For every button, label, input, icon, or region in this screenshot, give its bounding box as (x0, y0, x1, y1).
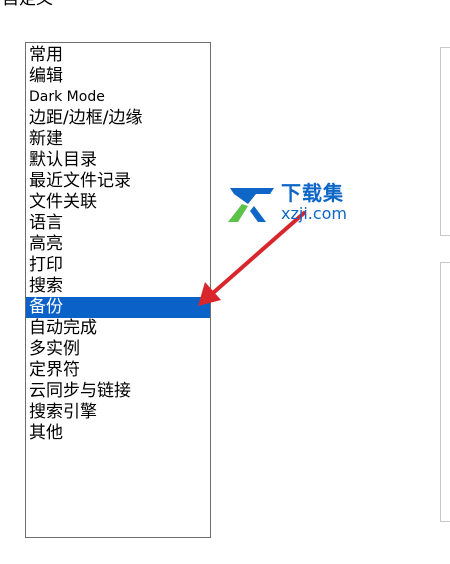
watermark-site-url: xzji.com (281, 204, 348, 223)
watermark: 下载集 xzji.com (226, 182, 376, 230)
annotation-arrow (198, 211, 306, 306)
watermark-site-name: 下载集 (281, 181, 344, 205)
annotation-arrow-head (198, 282, 221, 306)
watermark-logo-icon (228, 188, 274, 222)
